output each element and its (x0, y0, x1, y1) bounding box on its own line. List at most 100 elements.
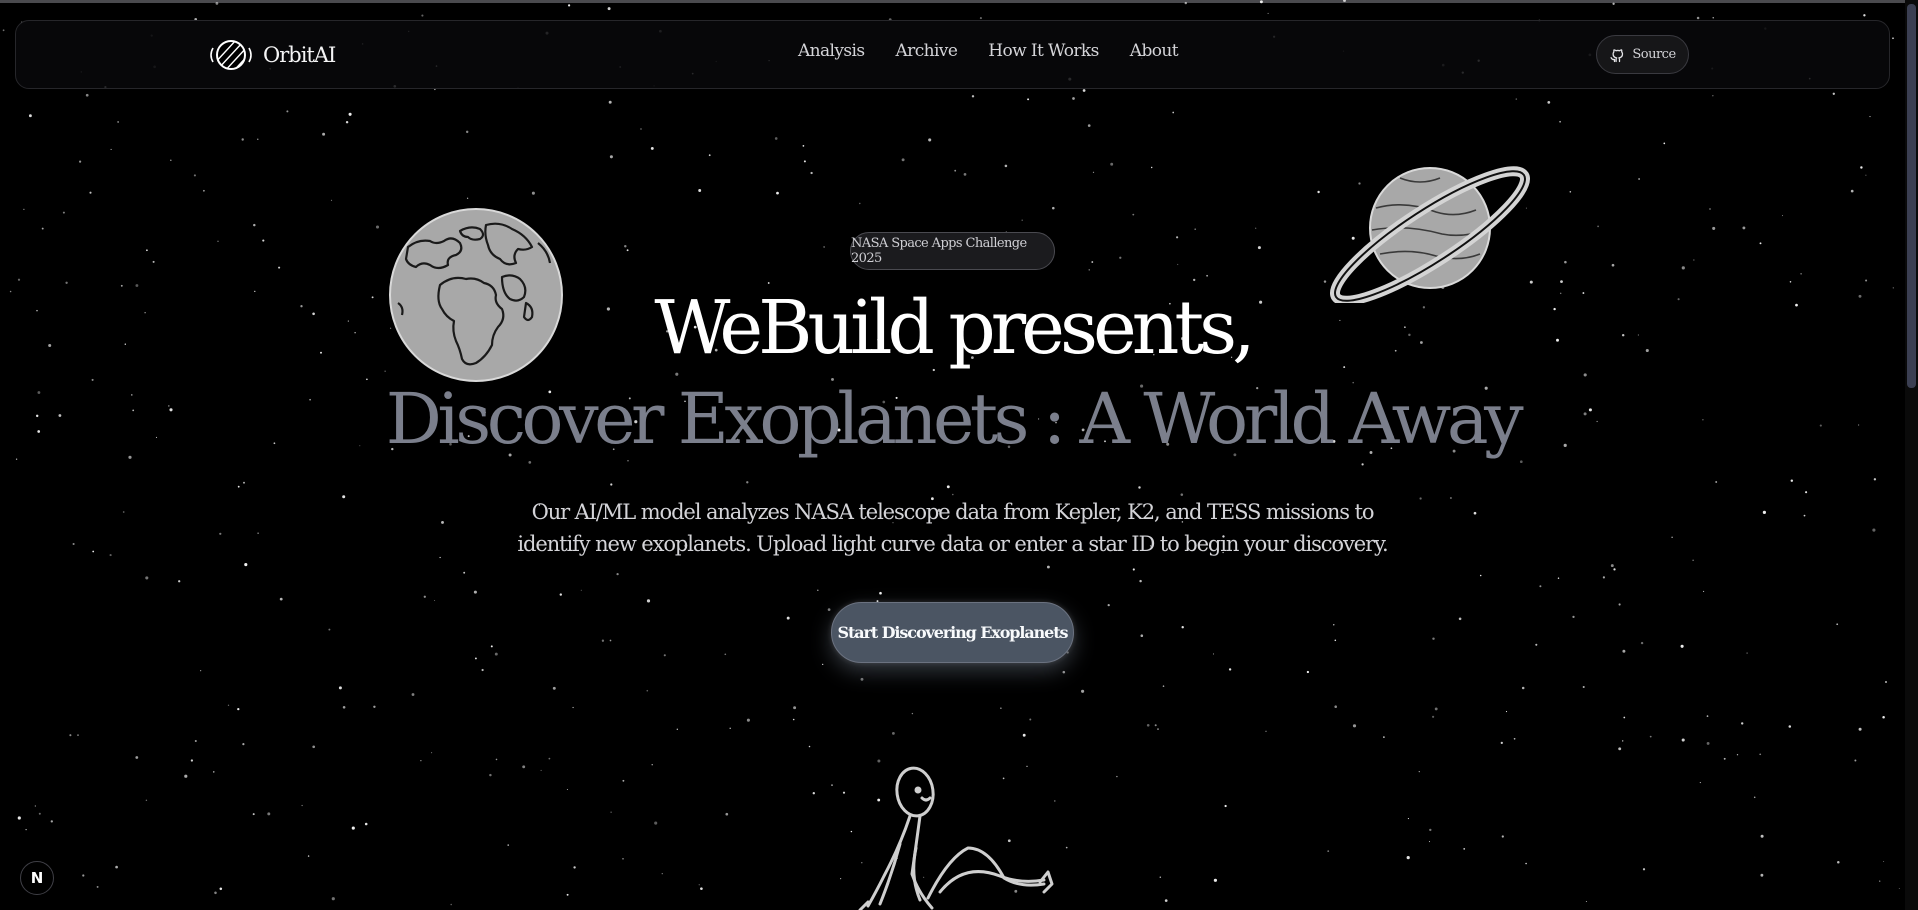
star (331, 897, 335, 901)
star (463, 571, 466, 574)
nav-link-archive[interactable]: Archive (896, 41, 958, 61)
star (724, 653, 727, 656)
star (1092, 171, 1095, 173)
star (1649, 735, 1652, 738)
star (82, 874, 85, 877)
star (1680, 644, 1684, 648)
star (1612, 2, 1615, 5)
star (663, 654, 666, 657)
star (411, 693, 415, 696)
brand[interactable]: OrbitAI (207, 35, 336, 75)
scrollbar-thumb[interactable] (1907, 4, 1916, 388)
star (1081, 689, 1085, 693)
star (1610, 564, 1614, 568)
nav-link-about[interactable]: About (1130, 41, 1179, 61)
star (1407, 818, 1409, 820)
star (375, 225, 380, 229)
star (178, 580, 181, 583)
star (1343, 0, 1346, 2)
star (1736, 754, 1739, 756)
star (278, 266, 281, 269)
star (540, 769, 542, 771)
star (1681, 738, 1685, 742)
star (41, 227, 44, 230)
star (1760, 873, 1764, 877)
star (1618, 603, 1621, 606)
star (184, 774, 188, 778)
star (384, 370, 386, 372)
star (257, 138, 259, 140)
hero-description-line-1: Our AI/ML model analyzes NASA telescope … (531, 500, 1375, 524)
star (1854, 759, 1857, 762)
star (1021, 219, 1023, 222)
star (822, 663, 824, 666)
star (348, 112, 352, 116)
star (1088, 269, 1090, 271)
star (328, 628, 331, 631)
star (622, 858, 624, 860)
nav-link-how-it-works[interactable]: How It Works (988, 41, 1099, 61)
star (1119, 256, 1122, 259)
star (450, 903, 452, 906)
star (1712, 17, 1714, 19)
star (28, 114, 32, 118)
nav-links: Analysis Archive How It Works About (798, 41, 1179, 61)
star (700, 887, 703, 891)
star (1860, 166, 1863, 169)
star (1597, 225, 1600, 228)
star (1753, 796, 1756, 799)
star (823, 246, 825, 248)
star (1539, 585, 1542, 588)
star (1434, 707, 1438, 711)
nextjs-icon[interactable]: N (20, 861, 54, 895)
star (1521, 686, 1525, 690)
star (860, 677, 864, 681)
star (351, 826, 355, 830)
star (1863, 14, 1866, 17)
star (792, 718, 795, 721)
star (1865, 174, 1867, 176)
star (1898, 888, 1900, 889)
star (879, 591, 882, 595)
star (1463, 848, 1466, 850)
star (1742, 226, 1746, 230)
start-discovering-button[interactable]: Start Discovering Exoplanets (831, 602, 1074, 663)
star (1564, 260, 1567, 264)
nav-link-analysis[interactable]: Analysis (798, 41, 865, 61)
star (831, 784, 833, 787)
star (1715, 481, 1718, 483)
star (626, 249, 629, 252)
star (1228, 668, 1232, 671)
star (279, 597, 283, 601)
star (65, 281, 68, 284)
star (307, 855, 310, 857)
star (1334, 639, 1337, 642)
star (135, 756, 139, 759)
star (646, 689, 649, 692)
star (786, 616, 790, 620)
star (1004, 164, 1008, 168)
star (1418, 770, 1420, 773)
star (1869, 116, 1871, 118)
hero-subtitle: Discover Exoplanets : A World Away (385, 378, 1524, 460)
star (481, 668, 484, 672)
orbit-logo-icon (210, 40, 252, 70)
star (1110, 162, 1114, 166)
star (646, 599, 651, 603)
star (1681, 266, 1685, 270)
star (25, 828, 27, 831)
star (1788, 725, 1792, 728)
star (1333, 624, 1335, 626)
star (1790, 479, 1794, 482)
star (640, 128, 642, 130)
star (1267, 12, 1269, 14)
star (1432, 715, 1435, 718)
source-button[interactable]: Source (1596, 35, 1689, 74)
star (1429, 828, 1432, 832)
star (262, 239, 265, 242)
star (146, 249, 148, 252)
star (708, 154, 711, 157)
star (120, 284, 123, 287)
star (1458, 617, 1462, 621)
star (859, 202, 861, 205)
